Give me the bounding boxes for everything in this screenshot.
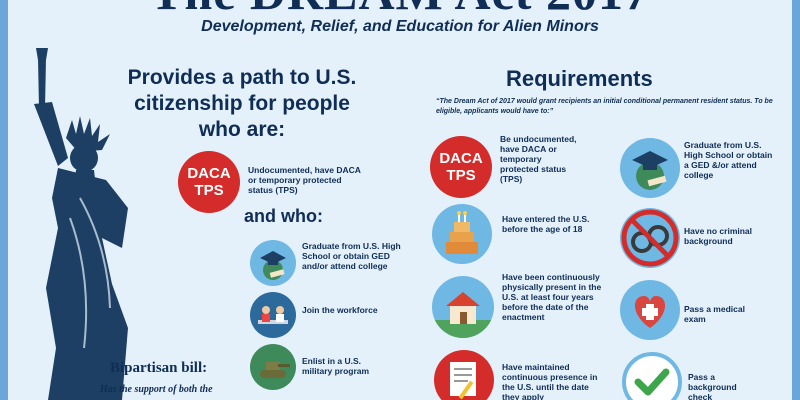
req-col1-item-1-text: Be undocumented, have DACA or temporary … [500, 134, 577, 184]
req-col2-item-2-text: Have no criminal background [684, 226, 753, 246]
requirements-heading: Requirements [506, 66, 653, 91]
req-tps-label: TPS [446, 167, 476, 184]
req-col2-item-1-text: Graduate from U.S. High School or obtain… [684, 140, 773, 180]
checkmark-icon [622, 352, 682, 400]
page-title: The DREAM Act 2017 [8, 0, 792, 17]
left-item-2-text: Join the workforce [302, 305, 378, 315]
workforce-icon [250, 292, 296, 338]
left-item-1-text: Graduate from U.S. High School or obtain… [302, 241, 401, 271]
bipartisan-title: Bipartisan bill: [110, 360, 208, 376]
req-col2-item-3-text: Pass a medical exam [684, 304, 745, 324]
daca-tps-icon: DACA TPS [430, 136, 492, 198]
req-col2-item-4-text: Pass a background check [688, 372, 737, 400]
page-subtitle: Development, Relief, and Education for A… [201, 18, 599, 35]
graduation-icon [250, 240, 296, 286]
infographic-panel: The DREAM Act 2017 Development, Relief, … [8, 0, 792, 400]
birthday-cake-icon [432, 204, 492, 264]
house-icon [432, 276, 494, 338]
tank-icon [250, 344, 296, 390]
bipartisan-subtitle: Has the support of both the [100, 384, 213, 395]
req-col1-item-4-text: Have maintained continuous presence in t… [502, 362, 598, 400]
daca-tps-badge: DACA TPS [178, 151, 240, 213]
path-heading: Provides a path to U.S. citizenship for … [127, 66, 357, 141]
tps-label: TPS [194, 182, 224, 199]
document-icon [434, 350, 494, 400]
medical-heart-icon [620, 280, 680, 340]
req-col1-item-3-text: Have been continuously physically presen… [502, 272, 602, 322]
left-item-3-text: Enlist in a U.S. military program [302, 356, 370, 376]
req-daca-label: DACA [439, 150, 483, 167]
req-col1-item-2-text: Have entered the U.S. before the age of … [502, 214, 590, 234]
req-graduation-icon [620, 138, 680, 198]
daca-description: Undocumented, have DACA or temporary pro… [248, 165, 361, 195]
requirements-quote: “The Dream Act of 2017 would grant recip… [436, 98, 773, 115]
no-handcuffs-icon [620, 208, 680, 268]
daca-label: DACA [187, 165, 231, 182]
and-who-heading: and who: [244, 206, 323, 226]
